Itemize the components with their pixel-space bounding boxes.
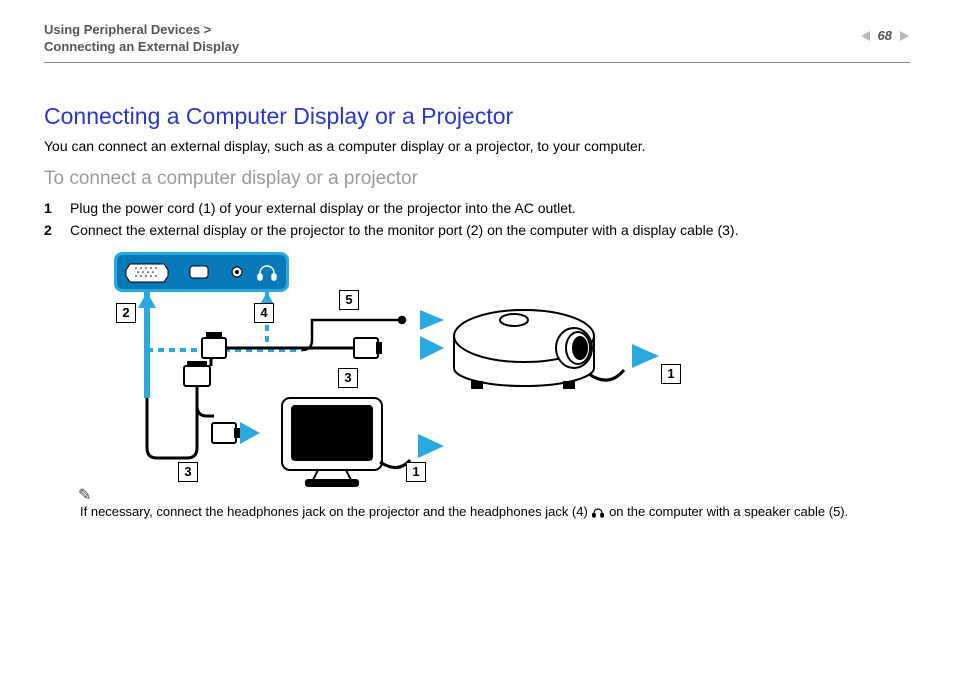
note-text-prefix: If necessary, connect the headphones jac… xyxy=(80,504,591,519)
vga-plug xyxy=(202,332,226,358)
vga-plug xyxy=(184,361,210,386)
arrow-right-icon xyxy=(420,336,444,360)
callout-1: 1 xyxy=(406,462,426,482)
callout-2: 2 xyxy=(116,303,136,323)
note-text-suffix: on the computer with a speaker cable (5)… xyxy=(609,504,848,519)
page: Using Peripheral Devices > Connecting an… xyxy=(0,0,954,674)
arrow-right-icon xyxy=(418,434,444,458)
prev-page-icon[interactable] xyxy=(860,30,872,42)
section-subtitle: To connect a computer display or a proje… xyxy=(44,168,910,190)
note: ✎ If necessary, connect the headphones j… xyxy=(44,506,910,519)
arrow-up-icon xyxy=(138,292,156,308)
callout-3: 3 xyxy=(338,368,358,388)
breadcrumb-sub: Connecting an External Display xyxy=(44,39,239,56)
page-header: Using Peripheral Devices > Connecting an… xyxy=(44,22,910,56)
connection-diagram: 2 4 5 3 1 3 1 xyxy=(84,248,714,498)
pager: 68 xyxy=(860,22,910,43)
computer-panel xyxy=(114,252,289,292)
page-number: 68 xyxy=(878,28,892,43)
arrow-right-icon xyxy=(632,344,659,368)
cable-black xyxy=(147,388,197,458)
projector-icon xyxy=(454,310,594,388)
steps-list: Plug the power cord (1) of your external… xyxy=(44,200,910,238)
section-title: Connecting a Computer Display or a Proje… xyxy=(44,103,910,130)
breadcrumb-top: Using Peripheral Devices > xyxy=(44,22,239,39)
arrow-right-icon xyxy=(420,310,444,330)
callout-3: 3 xyxy=(178,462,198,482)
callout-4: 4 xyxy=(254,303,274,323)
intro-paragraph: You can connect an external display, suc… xyxy=(44,138,910,154)
projector-power-cord xyxy=(589,370,624,380)
arrow-right-icon xyxy=(240,422,260,444)
callout-5: 5 xyxy=(339,290,359,310)
vga-plug xyxy=(212,423,240,443)
step-1: Plug the power cord (1) of your external… xyxy=(44,200,910,216)
vga-plug xyxy=(354,338,382,358)
headphones-icon xyxy=(591,506,605,518)
next-page-icon[interactable] xyxy=(898,30,910,42)
step-2: Connect the external display or the proj… xyxy=(44,222,910,238)
divider xyxy=(44,62,910,63)
monitor-icon xyxy=(282,398,382,486)
callout-1: 1 xyxy=(661,364,681,384)
breadcrumb: Using Peripheral Devices > Connecting an… xyxy=(44,22,239,56)
